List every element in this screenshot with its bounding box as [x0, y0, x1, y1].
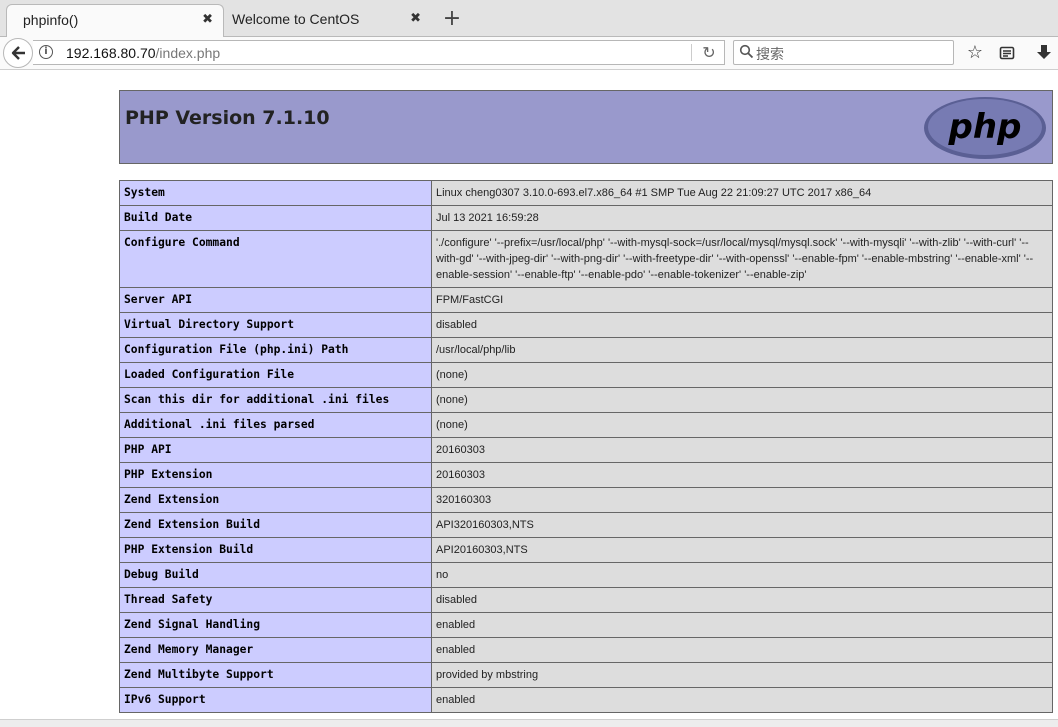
back-icon — [11, 46, 25, 60]
row-label: Zend Extension — [119, 487, 432, 513]
url-text: 192.168.80.70/index.php — [66, 45, 220, 61]
table-row: Server API FPM/FastCGI — [119, 287, 1053, 313]
row-value: no — [431, 562, 1053, 588]
search-placeholder: 搜索 — [756, 47, 784, 63]
back-button[interactable] — [3, 38, 33, 68]
row-label: Loaded Configuration File — [119, 362, 432, 388]
table-row: Zend Extension 320160303 — [119, 487, 1053, 513]
tab-strip: phpinfo() ✖ Welcome to CentOS ✖ + — [0, 0, 1058, 37]
row-label: PHP API — [119, 437, 432, 463]
tab-title: Welcome to CentOS — [232, 11, 360, 27]
row-label: Thread Safety — [119, 587, 432, 613]
row-label: Configuration File (php.ini) Path — [119, 337, 432, 363]
row-value: enabled — [431, 612, 1053, 638]
row-label: Configure Command — [119, 230, 432, 288]
row-value: API320160303,NTS — [431, 512, 1053, 538]
url-host: 192.168.80.70 — [66, 45, 156, 61]
row-value: enabled — [431, 637, 1053, 663]
table-row: Additional .ini files parsed (none) — [119, 412, 1053, 438]
table-row: PHP API 20160303 — [119, 437, 1053, 463]
table-row: PHP Extension 20160303 — [119, 462, 1053, 488]
row-value: provided by mbstring — [431, 662, 1053, 688]
table-row: Build Date Jul 13 2021 16:59:28 — [119, 205, 1053, 231]
horizontal-scrollbar[interactable] — [0, 719, 1058, 727]
row-value: 320160303 — [431, 487, 1053, 513]
info-table: System Linux cheng0307 3.10.0-693.el7.x86… — [119, 180, 1053, 713]
table-row: Zend Multibyte Support provided by mbstri… — [119, 662, 1053, 688]
php-logo: php — [924, 97, 1046, 159]
url-path: /index.php — [155, 45, 221, 61]
search-icon — [739, 44, 754, 59]
row-label: PHP Extension — [119, 462, 432, 488]
row-label: Virtual Directory Support — [119, 312, 432, 338]
row-value: enabled — [431, 687, 1053, 713]
new-tab-icon[interactable]: + — [440, 5, 464, 33]
table-row: Configure Command './configure' '--prefix… — [119, 230, 1053, 288]
download-icon[interactable] — [1033, 42, 1055, 64]
reload-icon[interactable]: ↻ — [699, 43, 719, 63]
row-label: Zend Memory Manager — [119, 637, 432, 663]
table-row: Configuration File (php.ini) Path/usr/lo… — [119, 337, 1053, 363]
info-icon[interactable]: i — [39, 45, 53, 59]
url-bar[interactable]: i 192.168.80.70/index.php ↻ — [33, 40, 725, 65]
table-row: Zend Extension Build API320160303,NTS — [119, 512, 1053, 538]
table-row: IPv6 Support enabled — [119, 687, 1053, 713]
tab-title: phpinfo() — [23, 12, 79, 28]
row-value: disabled — [431, 312, 1053, 338]
table-row: Loaded Configuration File (none) — [119, 362, 1053, 388]
row-label: Zend Signal Handling — [119, 612, 432, 638]
table-row: Thread Safety disabled — [119, 587, 1053, 613]
row-label: Zend Extension Build — [119, 512, 432, 538]
tab-welcome-centos[interactable]: Welcome to CentOS ✖ — [226, 4, 431, 37]
bookmark-star-icon[interactable]: ☆ — [964, 42, 986, 64]
row-label: Build Date — [119, 205, 432, 231]
row-value: (none) — [431, 412, 1053, 438]
row-value: 20160303 — [431, 437, 1053, 463]
page-content: PHP Version 7.1.10 php System Linux cheng… — [0, 70, 1058, 727]
table-row: Zend Signal Handling enabled — [119, 612, 1053, 638]
table-row: Virtual Directory Support disabled — [119, 312, 1053, 338]
row-label: Debug Build — [119, 562, 432, 588]
close-icon[interactable]: ✖ — [202, 11, 213, 27]
close-icon[interactable]: ✖ — [410, 10, 421, 26]
row-label: System — [119, 180, 432, 206]
row-label: Server API — [119, 287, 432, 313]
table-row: PHP Extension Build API20160303,NTS — [119, 537, 1053, 563]
reader-view-icon[interactable] — [996, 42, 1018, 64]
php-header: PHP Version 7.1.10 php — [119, 90, 1053, 164]
row-label: Additional .ini files parsed — [119, 412, 432, 438]
logo-text: php — [948, 107, 1022, 147]
tab-phpinfo[interactable]: phpinfo() ✖ — [6, 4, 224, 37]
table-row: System Linux cheng0307 3.10.0-693.el7.x86… — [119, 180, 1053, 206]
row-value: FPM/FastCGI — [431, 287, 1053, 313]
navigation-toolbar: i 192.168.80.70/index.php ↻ 搜索 ☆ — [0, 37, 1058, 70]
row-value: (none) — [431, 362, 1053, 388]
row-value: /usr/local/php/lib — [431, 337, 1053, 363]
row-label: PHP Extension Build — [119, 537, 432, 563]
search-input[interactable]: 搜索 — [733, 40, 954, 65]
table-row: Debug Build no — [119, 562, 1053, 588]
row-label: Scan this dir for additional .ini files — [119, 387, 432, 413]
page-title: PHP Version 7.1.10 — [125, 107, 330, 129]
table-row: Scan this dir for additional .ini files(… — [119, 387, 1053, 413]
row-label: Zend Multibyte Support — [119, 662, 432, 688]
row-value: API20160303,NTS — [431, 537, 1053, 563]
url-separator — [691, 44, 692, 61]
row-value: (none) — [431, 387, 1053, 413]
row-value: disabled — [431, 587, 1053, 613]
row-label: IPv6 Support — [119, 687, 432, 713]
row-value: 20160303 — [431, 462, 1053, 488]
table-row: Zend Memory Manager enabled — [119, 637, 1053, 663]
row-value: Jul 13 2021 16:59:28 — [431, 205, 1053, 231]
row-value: Linux cheng0307 3.10.0-693.el7.x86_64 #1… — [431, 180, 1053, 206]
row-value: './configure' '--prefix=/usr/local/php' … — [431, 230, 1053, 288]
